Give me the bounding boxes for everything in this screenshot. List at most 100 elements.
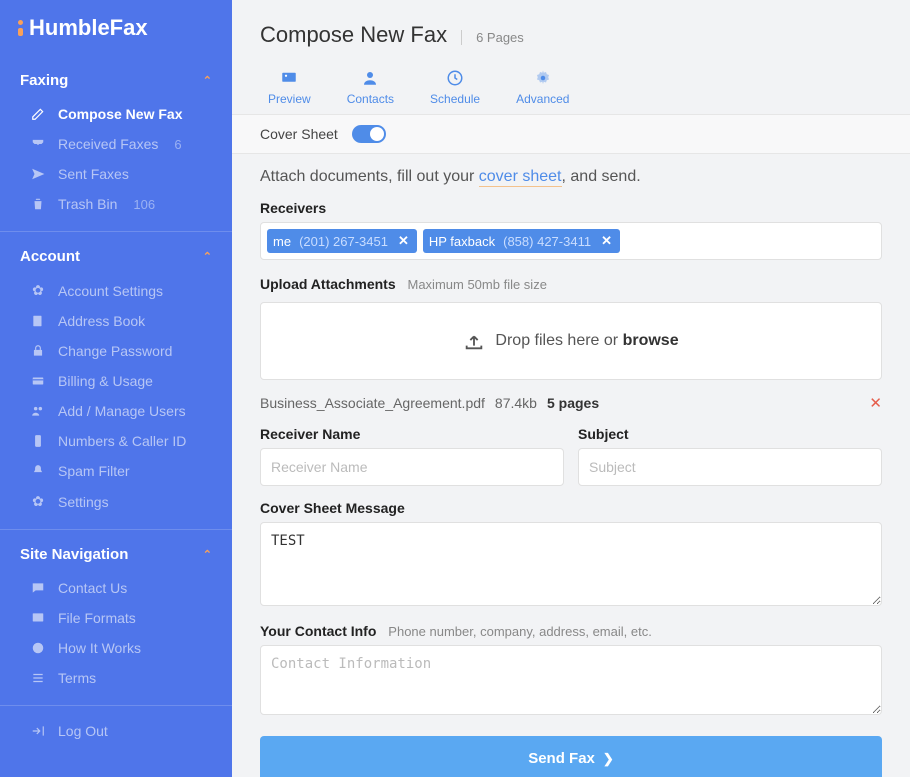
sidebar-item-label: Trash Bin xyxy=(58,196,117,212)
receivers-label: Receivers xyxy=(260,200,882,216)
upload-dropzone[interactable]: Drop files here or browse xyxy=(260,302,882,380)
attachment-delete-icon[interactable]: ✕ xyxy=(869,394,882,412)
send-label: Send Fax xyxy=(528,750,595,767)
section-head-sitenav[interactable]: Site Navigation ⌃ xyxy=(0,530,232,573)
section-title: Faxing xyxy=(20,72,68,89)
lock-icon xyxy=(30,344,46,358)
receivers-input[interactable]: me (201) 267-3451 ✕ HP faxback (858) 427… xyxy=(260,222,882,260)
receiver-chip: HP faxback (858) 427-3411 ✕ xyxy=(423,229,620,253)
sidebar-item-numbers[interactable]: Numbers & Caller ID xyxy=(0,426,232,456)
brand-logo[interactable]: HumbleFax xyxy=(0,0,232,56)
attachment-pages: 5 pages xyxy=(547,395,599,411)
tab-advanced[interactable]: Advanced xyxy=(516,68,569,114)
receiver-name-input[interactable] xyxy=(260,448,564,486)
cover-sheet-row: Cover Sheet xyxy=(232,115,910,154)
chip-remove-icon[interactable]: ✕ xyxy=(396,233,411,249)
sidebar-item-compose[interactable]: Compose New Fax xyxy=(0,99,232,129)
list-icon xyxy=(30,671,46,685)
attachment-size: 87.4kb xyxy=(495,395,537,411)
upload-label: Upload Attachments xyxy=(260,276,396,292)
contact-info-hint: Phone number, company, address, email, e… xyxy=(388,624,652,639)
cover-sheet-label: Cover Sheet xyxy=(260,126,338,142)
section-title: Account xyxy=(20,248,80,265)
sidebar-item-manage-users[interactable]: Add / Manage Users xyxy=(0,396,232,426)
sidebar-item-label: How It Works xyxy=(58,640,141,656)
compose-icon xyxy=(30,107,46,121)
tab-label: Advanced xyxy=(516,92,569,106)
chip-name: HP faxback xyxy=(429,234,495,249)
sidebar-item-account-settings[interactable]: ✿ Account Settings xyxy=(0,275,232,306)
attachment-name: Business_Associate_Agreement.pdf xyxy=(260,395,485,411)
sidebar-item-sent[interactable]: Sent Faxes xyxy=(0,159,232,189)
sidebar-item-terms[interactable]: Terms xyxy=(0,663,232,693)
tab-contacts[interactable]: Contacts xyxy=(347,68,394,114)
sidebar-item-contact-us[interactable]: Contact Us xyxy=(0,573,232,603)
cover-sheet-link[interactable]: cover sheet xyxy=(479,168,562,187)
chip-number: (201) 267-3451 xyxy=(299,234,388,249)
chevron-up-icon: ⌃ xyxy=(203,74,212,87)
browse-link[interactable]: browse xyxy=(623,332,679,349)
send-fax-button[interactable]: Send Fax ❯ xyxy=(260,736,882,777)
upload-hint: Maximum 50mb file size xyxy=(408,277,547,292)
cover-message-textarea[interactable] xyxy=(260,522,882,606)
receiver-chip: me (201) 267-3451 ✕ xyxy=(267,229,417,253)
sidebar: HumbleFax Faxing ⌃ Compose New Fax Recei… xyxy=(0,0,232,777)
page-title: Compose New Fax xyxy=(260,22,447,48)
sidebar-item-label: Billing & Usage xyxy=(58,373,153,389)
dropzone-text: Drop files here or browse xyxy=(495,332,678,350)
main-content: Compose New Fax 6 Pages Preview Contacts… xyxy=(232,0,910,777)
sidebar-item-label: Terms xyxy=(58,670,96,686)
paperplane-icon xyxy=(30,167,46,181)
sidebar-item-address-book[interactable]: Address Book xyxy=(0,306,232,336)
attachment-row: Business_Associate_Agreement.pdf 87.4kb … xyxy=(260,388,882,426)
section-head-faxing[interactable]: Faxing ⌃ xyxy=(0,56,232,99)
sidebar-item-label: Received Faxes xyxy=(58,136,158,152)
card-icon xyxy=(30,374,46,388)
badge: 6 xyxy=(174,137,181,152)
tab-schedule[interactable]: Schedule xyxy=(430,68,480,114)
badge: 106 xyxy=(133,197,155,212)
image-icon xyxy=(30,611,46,625)
brand-name: HumbleFax xyxy=(29,15,148,41)
chevron-up-icon: ⌃ xyxy=(203,250,212,263)
preview-icon xyxy=(278,68,300,88)
section-title: Site Navigation xyxy=(20,546,128,563)
instruction-pre: Attach documents, fill out your xyxy=(260,168,479,185)
contact-info-textarea[interactable] xyxy=(260,645,882,715)
chip-remove-icon[interactable]: ✕ xyxy=(599,233,614,249)
clock-icon xyxy=(446,68,464,88)
cover-sheet-toggle[interactable] xyxy=(352,125,386,143)
brand-icon xyxy=(18,20,23,36)
contact-info-label: Your Contact Info xyxy=(260,623,376,639)
chevron-right-icon: ❯ xyxy=(603,751,614,767)
subject-input[interactable] xyxy=(578,448,882,486)
inbox-icon xyxy=(30,137,46,151)
sidebar-item-file-formats[interactable]: File Formats xyxy=(0,603,232,633)
sidebar-item-received[interactable]: Received Faxes 6 xyxy=(0,129,232,159)
upload-icon xyxy=(463,330,485,352)
help-icon xyxy=(30,641,46,655)
tabs: Preview Contacts Schedule Advanced xyxy=(232,62,910,115)
sidebar-item-settings[interactable]: ✿ Settings xyxy=(0,486,232,517)
sidebar-item-label: Log Out xyxy=(58,723,108,739)
sidebar-item-change-password[interactable]: Change Password xyxy=(0,336,232,366)
receiver-name-label: Receiver Name xyxy=(260,426,564,442)
trash-icon xyxy=(30,197,46,211)
sidebar-item-label: Add / Manage Users xyxy=(58,403,186,419)
sidebar-item-label: Numbers & Caller ID xyxy=(58,433,186,449)
message-label: Cover Sheet Message xyxy=(260,500,882,516)
sidebar-item-trash[interactable]: Trash Bin 106 xyxy=(0,189,232,219)
instruction-text: Attach documents, fill out your cover sh… xyxy=(260,168,882,186)
sidebar-item-logout[interactable]: Log Out xyxy=(0,716,232,746)
section-head-account[interactable]: Account ⌃ xyxy=(0,232,232,275)
book-icon xyxy=(30,314,46,328)
sidebar-item-spam-filter[interactable]: Spam Filter xyxy=(0,456,232,486)
tab-preview[interactable]: Preview xyxy=(268,68,311,114)
sidebar-item-billing[interactable]: Billing & Usage xyxy=(0,366,232,396)
sidebar-item-label: Address Book xyxy=(58,313,145,329)
sidebar-item-how-it-works[interactable]: How It Works xyxy=(0,633,232,663)
page-count: 6 Pages xyxy=(461,30,524,45)
instruction-post: , and send. xyxy=(562,168,641,185)
filter-icon xyxy=(30,464,46,478)
chip-number: (858) 427-3411 xyxy=(503,234,591,249)
